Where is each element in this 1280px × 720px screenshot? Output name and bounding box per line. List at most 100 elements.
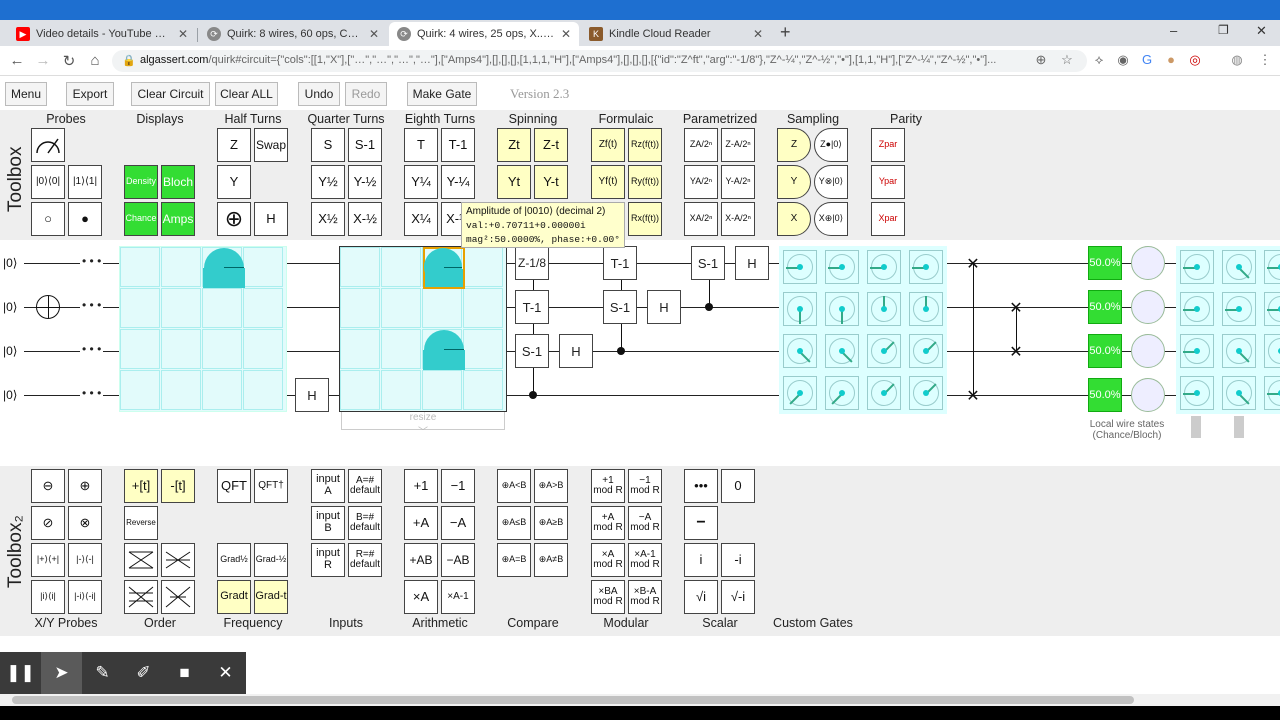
restore-button[interactable]: ❐ <box>1218 23 1229 37</box>
scrollbar-thumb[interactable] <box>12 696 1134 704</box>
clear-all-button[interactable]: Clear ALL <box>215 82 278 106</box>
postselect-minus[interactable]: |-⟩⟨-| <box>68 543 102 577</box>
home-icon[interactable]: ⌂ <box>85 52 105 69</box>
decrement-mod-r-gate[interactable]: −1 mod R <box>628 469 662 503</box>
anti-control-gate[interactable]: ○ <box>31 202 65 236</box>
y-neg-half-gate[interactable]: Y-½ <box>348 165 382 199</box>
increment-gate[interactable]: +1 <box>404 469 438 503</box>
multiply-a-gate[interactable]: ×A <box>404 580 438 614</box>
x-gate[interactable]: ⊕ <box>217 202 251 236</box>
pointer-icon[interactable]: ➤ <box>41 652 82 694</box>
zero-gate[interactable]: 0 <box>721 469 755 503</box>
bloch-sphere-wire-1[interactable] <box>1131 290 1165 324</box>
s-inverse-gate[interactable]: S-1 <box>515 334 549 368</box>
grad-neg-t-gate[interactable]: Grad-t <box>254 580 288 614</box>
close-window-button[interactable]: ✕ <box>1256 23 1267 39</box>
rx-ft-gate[interactable]: Rx(f(t)) <box>628 202 662 236</box>
bloch-display-block-2[interactable] <box>1176 246 1280 414</box>
i-gate[interactable]: i <box>684 543 718 577</box>
swap-x-icon[interactable]: ✕ <box>965 254 981 274</box>
minimize-button[interactable]: – <box>1170 23 1177 38</box>
amplitude-display-1[interactable] <box>119 246 287 412</box>
add-a-mod-r-gate[interactable]: +A mod R <box>591 506 625 540</box>
x-minus-control[interactable]: ⊖ <box>31 469 65 503</box>
redo-button[interactable]: Redo <box>345 82 387 106</box>
y-detect-reset[interactable]: Y⊗|0⟩ <box>814 165 848 199</box>
h-gate-wire-0[interactable]: H <box>735 246 769 280</box>
x-a-2n-gate[interactable]: XA/2ⁿ <box>684 202 718 236</box>
sqrt-i-gate[interactable]: √i <box>684 580 718 614</box>
measurement-gate[interactable] <box>31 128 65 162</box>
amplitude-cell[interactable] <box>423 329 465 371</box>
y-parity-gate[interactable]: Ypar <box>871 165 905 199</box>
amplitude-cell-highlighted[interactable] <box>423 247 465 289</box>
compare-lt-gate[interactable]: ⊕A<B <box>497 469 531 503</box>
undo-button[interactable]: Undo <box>298 82 340 106</box>
density-display[interactable]: Density <box>124 165 158 199</box>
profile-avatar[interactable]: ◍ <box>1228 52 1246 68</box>
input-r-gate[interactable]: input R <box>311 543 345 577</box>
deinterleave-gate[interactable] <box>161 543 195 577</box>
z-neg-t-gate[interactable]: Z-t <box>534 128 568 162</box>
y-neg-t-gate[interactable]: Y-t <box>534 165 568 199</box>
postselect-1-gate[interactable]: |1⟩⟨1| <box>68 165 102 199</box>
chance-display-wire-2[interactable]: 50.0% <box>1088 334 1122 368</box>
y-t-gate[interactable]: Yt <box>497 165 531 199</box>
phase-gradient-inverse-gate[interactable]: -[t] <box>161 469 195 503</box>
menu-button[interactable]: Menu <box>5 82 47 106</box>
chance-display[interactable]: Chance <box>124 202 158 236</box>
close-tab-icon[interactable]: ✕ <box>369 27 379 41</box>
z-ft-gate[interactable]: Zf(t) <box>591 128 625 162</box>
z-parity-gate[interactable]: Zpar <box>871 128 905 162</box>
z-gate[interactable]: Z <box>217 128 251 162</box>
spacer-gate[interactable]: ••• <box>684 469 718 503</box>
t-inverse-gate[interactable]: T-1 <box>515 290 549 324</box>
horizontal-scrollbar[interactable] <box>0 694 1280 706</box>
tab-quirk-4-wires[interactable]: ⟳ Quirk: 4 wires, 25 ops, X...........A … <box>389 22 579 46</box>
set-r-default-gate[interactable]: R=# default <box>348 543 382 577</box>
tab-quirk-8-wires[interactable]: ⟳ Quirk: 8 wires, 60 ops, Chance... ✕ <box>199 22 387 46</box>
extension-icon[interactable]: ⟡ <box>1090 52 1108 68</box>
clear-circuit-button[interactable]: Clear Circuit <box>131 82 210 106</box>
wire-2-initial-state[interactable]: |0⟩ <box>3 344 17 358</box>
multiply-b-pow-a-mod-r-gate[interactable]: ×BA mod R <box>591 580 625 614</box>
z-t-gate[interactable]: Zt <box>497 128 531 162</box>
add-ab-gate[interactable]: +AB <box>404 543 438 577</box>
interleave-gate[interactable] <box>124 543 158 577</box>
qft-gate[interactable]: QFT <box>217 469 251 503</box>
s-gate[interactable]: S <box>311 128 345 162</box>
x-gate-wire-1[interactable] <box>36 295 60 319</box>
h-gate-wire-1[interactable]: H <box>647 290 681 324</box>
reload-icon[interactable]: ↻ <box>59 52 79 70</box>
back-icon[interactable]: ← <box>7 52 27 69</box>
tab-youtube-studio[interactable]: ▶ Video details - YouTube Studio ✕ <box>8 22 196 46</box>
y-quarter-gate[interactable]: Y¼ <box>404 165 438 199</box>
z-pow-gate[interactable]: Z-1/8 <box>515 246 549 280</box>
input-b-gate[interactable]: input B <box>311 506 345 540</box>
compare-le-gate[interactable]: ⊕A≤B <box>497 506 531 540</box>
address-bar[interactable]: 🔒 algassert.com/quirk#circuit={"cols":[[… <box>112 50 1087 72</box>
bloch-display[interactable]: Bloch <box>161 165 195 199</box>
new-tab-button[interactable]: + <box>780 22 791 43</box>
export-button[interactable]: Export <box>66 82 114 106</box>
compare-ge-gate[interactable]: ⊕A≥B <box>534 506 568 540</box>
postselect-0-gate[interactable]: |0⟩⟨0| <box>31 165 65 199</box>
zoom-icon[interactable]: ⊕ <box>1032 52 1050 68</box>
close-icon[interactable]: ✕ <box>205 652 246 694</box>
amps-display[interactable]: Amps <box>161 202 195 236</box>
x-neg-a-2n-gate[interactable]: X-A/2ⁿ <box>721 202 755 236</box>
x-plus-control[interactable]: ⊕ <box>68 469 102 503</box>
wire-3-initial-state[interactable]: |0⟩ <box>3 388 17 402</box>
amplitude-display-2[interactable] <box>339 246 507 412</box>
postselect-i[interactable]: |i⟩⟨i| <box>31 580 65 614</box>
wire-0-initial-state[interactable]: |0⟩ <box>3 256 17 270</box>
multiply-b-pow-neg-a-mod-r-gate[interactable]: ×B-A mod R <box>628 580 662 614</box>
resize-handle[interactable]: resize ﹀ <box>341 412 505 438</box>
wire-1-initial-state[interactable]: |0⟩ <box>3 300 17 314</box>
translate-icon[interactable]: G <box>1138 52 1156 67</box>
input-a-gate[interactable]: input A <box>311 469 345 503</box>
y-minus-control[interactable]: ⊘ <box>31 506 65 540</box>
ry-ft-gate[interactable]: Ry(f(t)) <box>628 165 662 199</box>
pen-icon[interactable]: ✎ <box>82 652 123 694</box>
grad-half-gate[interactable]: Grad½ <box>217 543 251 577</box>
